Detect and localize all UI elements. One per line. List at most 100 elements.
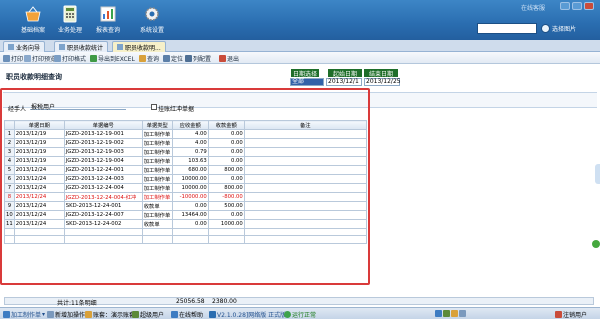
status-account: 账套：演示账套 — [85, 310, 135, 319]
exit-label: 退出 — [227, 55, 240, 63]
search-input[interactable] — [477, 23, 537, 34]
export-excel-button[interactable]: 导出到EXCEL — [90, 53, 135, 63]
printer-icon — [3, 54, 10, 62]
status-text: V2.1.0.28]网络版 正式版 — [217, 312, 287, 319]
tray-icon — [459, 310, 466, 317]
nav-label: 系统设置 — [139, 27, 164, 34]
document-icon — [3, 311, 10, 318]
locate-label: 定位 — [171, 55, 184, 63]
date-option-select[interactable]: 全部 — [290, 78, 324, 86]
edit-icon — [47, 311, 54, 318]
tab-label: 业务向导 — [16, 44, 41, 52]
status-text: 账套：演示账套 — [93, 312, 136, 319]
search-button-label: 选择图片 — [552, 26, 577, 33]
nav-report[interactable]: 报表查询 — [88, 3, 128, 39]
status-running: 运行正常 — [284, 310, 316, 319]
search-button[interactable]: 选择图片 — [541, 22, 579, 35]
column-config-button[interactable]: 列配置 — [185, 53, 211, 63]
close-icon[interactable] — [584, 2, 594, 10]
nav-business[interactable]: 业务处理 — [50, 3, 90, 39]
locate-button[interactable]: 定位 — [163, 53, 183, 63]
status-text: 新增加操作 — [55, 312, 86, 319]
excel-icon — [90, 54, 97, 62]
exit-button[interactable]: 退出 — [219, 53, 239, 63]
nav-label: 报表查询 — [95, 27, 120, 34]
chevron-down-icon: ▾ — [42, 311, 46, 318]
tab-label: 职员收款统计 — [67, 44, 104, 52]
status-doc-type[interactable]: 加工制作单 ▾ — [3, 310, 45, 319]
nav-label: 业务处理 — [57, 27, 82, 34]
tab-bar: 业务向导 职员收款统计 职员收款明... — [0, 40, 600, 52]
print-preview-button[interactable]: 打印预览 — [24, 53, 56, 63]
exit-icon — [219, 54, 226, 62]
print-label: 打印 — [11, 55, 24, 63]
tray-icon — [451, 310, 458, 317]
power-icon — [555, 311, 562, 318]
end-date-picker[interactable]: 2013/12/25 — [364, 78, 401, 86]
columns-icon — [185, 54, 192, 62]
check-icon — [284, 311, 291, 318]
nav-basic-archive[interactable]: 基础档案 — [13, 3, 53, 39]
minimize-icon[interactable] — [560, 2, 570, 10]
side-expand-handle[interactable] — [595, 164, 600, 184]
maximize-icon[interactable] — [572, 2, 582, 10]
status-text: 加工制作单 — [11, 312, 42, 319]
status-text: 超级用户 — [140, 312, 165, 319]
tab-collection-detail[interactable]: 职员收款明... — [112, 41, 166, 52]
toolbar: 打印 打印预览 打印格式 导出到EXCEL 查询 定位 列配置 退出 — [0, 52, 600, 64]
summary-due-total: 25056.58 — [176, 298, 205, 305]
tab-guide[interactable]: 业务向导 — [3, 41, 46, 52]
page-title: 职员收款明细查询 — [6, 73, 62, 81]
status-bar: 加工制作单 ▾ 新增加操作 账套：演示账套 超级用户 在线帮助 V2.1.0.28… — [0, 307, 600, 319]
end-date-tag: 结束日期 — [364, 69, 398, 78]
nav-settings[interactable]: 系统设置 — [132, 3, 172, 39]
ime-icons[interactable] — [435, 310, 466, 317]
date-option-tag: 日期选择 — [291, 69, 319, 78]
nav-label: 基础档案 — [20, 27, 45, 34]
logout-button[interactable]: 注销用户 — [555, 310, 587, 319]
query-button[interactable]: 查询 — [139, 53, 159, 63]
main-content: 职员收款明细查询 日期选择 起始日期 结束日期 全部 2013/12/1 201… — [0, 64, 600, 307]
search-icon — [541, 24, 550, 33]
status-text: 注销用户 — [563, 312, 588, 319]
print-format-button[interactable]: 打印格式 — [54, 53, 86, 63]
format-icon — [54, 54, 61, 62]
status-text: 运行正常 — [292, 312, 317, 319]
tab-label: 职员收款明... — [125, 44, 161, 52]
highlight-frame — [0, 88, 370, 285]
export-excel-label: 导出到EXCEL — [98, 55, 135, 63]
status-text: 在线帮助 — [179, 312, 204, 319]
search-icon — [139, 54, 146, 62]
calculator-icon — [63, 5, 77, 23]
document-icon — [117, 44, 123, 50]
preview-icon — [24, 54, 31, 62]
home-icon — [8, 44, 14, 50]
online-help-link[interactable]: 在线帮助 — [171, 310, 203, 319]
document-icon — [59, 44, 65, 50]
top-banner: 基础档案 业务处理 报表查询 系统设置 在线客服 选择图片 — [0, 0, 600, 40]
ime-icon — [435, 310, 442, 317]
account-icon — [85, 311, 92, 318]
print-preview-label: 打印预览 — [32, 55, 57, 63]
status-operation: 新增加操作 — [47, 310, 85, 319]
summary-bar: 共计:11条明细 25056.58 2380.00 — [4, 297, 594, 307]
gear-icon — [145, 7, 159, 21]
assistant-icon[interactable] — [592, 240, 600, 248]
online-service-link[interactable]: 在线客服 — [521, 3, 545, 12]
start-date-picker[interactable]: 2013/12/1 — [326, 78, 362, 86]
summary-count: 共计:11条明细 — [57, 300, 97, 307]
basket-icon — [25, 6, 41, 22]
info-icon — [209, 311, 216, 318]
help-icon — [171, 311, 178, 318]
report-icon — [100, 6, 116, 22]
tab-collection-stats[interactable]: 职员收款统计 — [54, 41, 109, 52]
print-button[interactable]: 打印 — [3, 53, 23, 63]
user-icon — [132, 311, 139, 318]
start-date-tag: 起始日期 — [328, 69, 362, 78]
column-config-label: 列配置 — [193, 55, 212, 63]
locate-icon — [163, 54, 170, 62]
tray-icon — [443, 310, 450, 317]
status-version: V2.1.0.28]网络版 正式版 — [209, 310, 286, 319]
query-label: 查询 — [147, 55, 160, 63]
summary-paid-total: 2380.00 — [212, 298, 237, 305]
